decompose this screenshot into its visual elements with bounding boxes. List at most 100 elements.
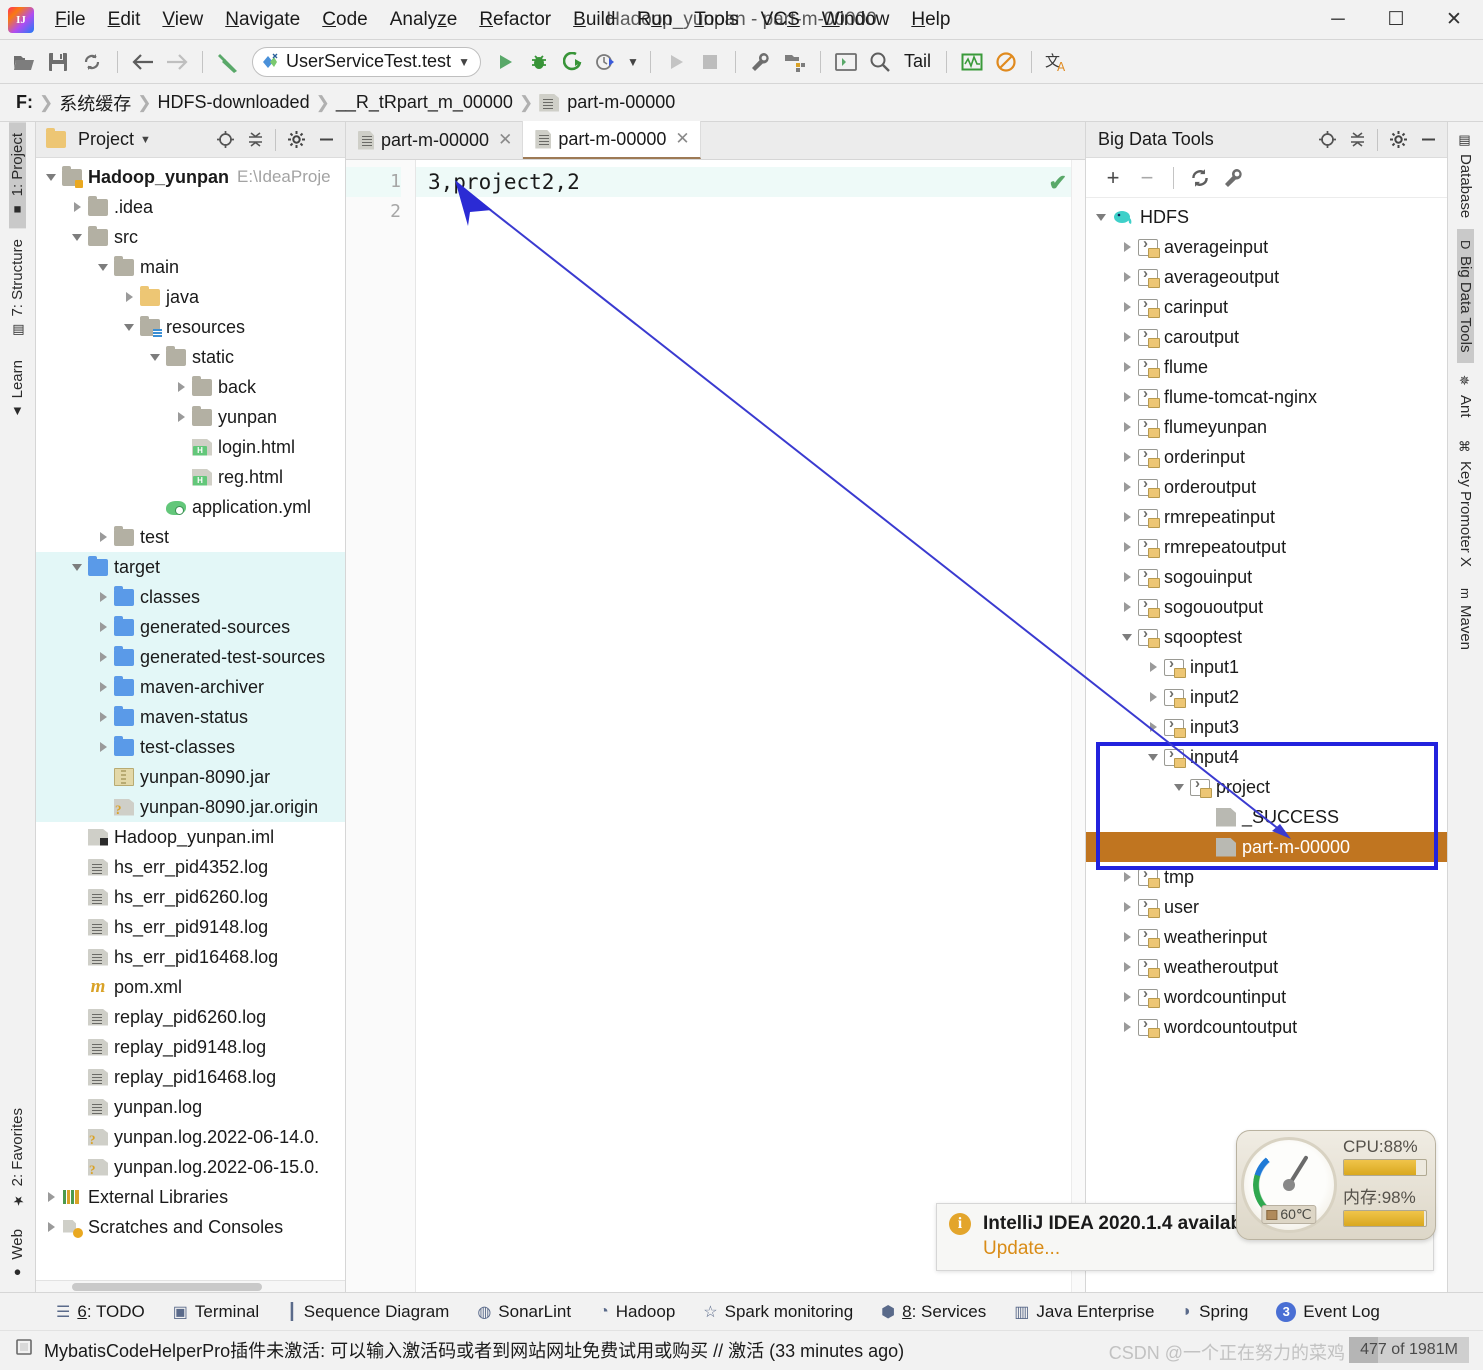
chevron-closed-icon[interactable]: [1120, 599, 1136, 615]
terminal-icon[interactable]: [830, 46, 862, 78]
chevron-closed-icon[interactable]: [174, 409, 190, 425]
minimize-icon[interactable]: [313, 127, 339, 153]
breadcrumb-item-0[interactable]: F:: [16, 92, 33, 113]
tool-tab-7-structure[interactable]: ▤ 7: Structure: [9, 228, 26, 349]
profiler-dropdown-icon[interactable]: ▼: [625, 46, 641, 78]
locate-target-icon[interactable]: [1314, 127, 1340, 153]
tree-node[interactable]: yunpan-8090.jar.origin: [36, 792, 345, 822]
tree-node[interactable]: Hadoop_yunpan.iml: [36, 822, 345, 852]
run-icon[interactable]: [489, 46, 521, 78]
bottom-tool-sequence-diagram[interactable]: ┃ Sequence Diagram: [275, 1298, 461, 1326]
bottom-tool-6-todo[interactable]: ☰ 6: TODO: [44, 1298, 157, 1326]
locate-target-icon[interactable]: [212, 127, 238, 153]
chevron-closed-icon[interactable]: [174, 379, 190, 395]
chevron-closed-icon[interactable]: [1120, 899, 1136, 915]
close-icon[interactable]: ✕: [675, 129, 689, 149]
chevron-closed-icon[interactable]: [1120, 299, 1136, 315]
hdfs-node[interactable]: weatherinput: [1086, 922, 1447, 952]
search-everywhere-icon[interactable]: [864, 46, 896, 78]
remove-connection-button[interactable]: −: [1132, 163, 1162, 193]
block-icon[interactable]: [990, 46, 1022, 78]
tool-tab-big-data-tools[interactable]: D Big Data Tools: [1457, 229, 1474, 364]
chevron-closed-icon[interactable]: [96, 679, 112, 695]
hdfs-node[interactable]: tmp: [1086, 862, 1447, 892]
hdfs-node[interactable]: input1: [1086, 652, 1447, 682]
hdfs-node[interactable]: carinput: [1086, 292, 1447, 322]
hdfs-node[interactable]: averageoutput: [1086, 262, 1447, 292]
tree-node[interactable]: src: [36, 222, 345, 252]
minimize-button[interactable]: ─: [1309, 0, 1367, 40]
chevron-open-icon[interactable]: [148, 349, 164, 365]
tool-tab-1-project[interactable]: ■ 1: Project: [9, 122, 26, 229]
gear-icon[interactable]: [1385, 127, 1411, 153]
hdfs-node[interactable]: wordcountoutput: [1086, 1012, 1447, 1042]
debug-icon[interactable]: [523, 46, 555, 78]
tree-node[interactable]: maven-archiver: [36, 672, 345, 702]
tree-node[interactable]: replay_pid6260.log: [36, 1002, 345, 1032]
tree-node[interactable]: yunpan-8090.jar: [36, 762, 345, 792]
hdfs-node[interactable]: project: [1086, 772, 1447, 802]
performance-monitor-widget[interactable]: 60℃ CPU:88% 内存:98%: [1236, 1130, 1436, 1240]
save-icon[interactable]: [42, 46, 74, 78]
tree-node[interactable]: java: [36, 282, 345, 312]
tree-node[interactable]: replay_pid16468.log: [36, 1062, 345, 1092]
chevron-open-icon[interactable]: [70, 559, 86, 575]
tool-tab-key-promoter-x[interactable]: ⌘ Key Promoter X: [1457, 429, 1474, 578]
code-line[interactable]: 3,project2,2: [416, 167, 1071, 197]
chevron-open-icon[interactable]: [44, 169, 60, 185]
tree-node[interactable]: yunpan: [36, 402, 345, 432]
open-folder-icon[interactable]: [8, 46, 40, 78]
hdfs-node[interactable]: rmrepeatinput: [1086, 502, 1447, 532]
tree-node[interactable]: generated-test-sources: [36, 642, 345, 672]
scrollbar-thumb[interactable]: [72, 1283, 262, 1291]
menu-navigate[interactable]: Navigate: [214, 5, 311, 35]
hdfs-node[interactable]: orderinput: [1086, 442, 1447, 472]
tree-node[interactable]: application.yml: [36, 492, 345, 522]
run-configuration-selector[interactable]: UserServiceTest.test ▼: [252, 46, 481, 77]
add-connection-button[interactable]: +: [1098, 163, 1128, 193]
hdfs-node[interactable]: HDFS: [1086, 202, 1447, 232]
hdfs-node[interactable]: flumeyunpan: [1086, 412, 1447, 442]
sync-icon[interactable]: [76, 46, 108, 78]
menu-analyze[interactable]: Analyze: [379, 5, 469, 35]
hdfs-node[interactable]: flume-tomcat-nginx: [1086, 382, 1447, 412]
menu-vcs[interactable]: VCS: [750, 5, 811, 35]
memory-indicator[interactable]: 477 of 1981M: [1349, 1337, 1469, 1363]
back-arrow-icon[interactable]: [127, 46, 159, 78]
hdfs-node[interactable]: orderoutput: [1086, 472, 1447, 502]
chevron-closed-icon[interactable]: [1146, 659, 1162, 675]
minimize-icon[interactable]: [1415, 127, 1441, 153]
menu-build[interactable]: Build: [562, 5, 626, 35]
chevron-closed-icon[interactable]: [44, 1189, 60, 1205]
tree-node[interactable]: Hadoop_yunpan E:\IdeaProje: [36, 162, 345, 192]
breadcrumb-item-4[interactable]: part-m-00000: [567, 92, 675, 113]
tree-node[interactable]: maven-status: [36, 702, 345, 732]
breadcrumb-item-3[interactable]: __R_tRpart_m_00000: [336, 92, 513, 113]
error-stripe-marker-bar[interactable]: [1071, 160, 1085, 1292]
editor-tab-1[interactable]: part-m-00000 ✕: [523, 121, 701, 159]
tree-node[interactable]: static: [36, 342, 345, 372]
menu-help[interactable]: Help: [900, 5, 961, 35]
tool-tab-maven[interactable]: m Maven: [1457, 577, 1474, 661]
hdfs-node[interactable]: averageinput: [1086, 232, 1447, 262]
tree-node[interactable]: back: [36, 372, 345, 402]
hdfs-node[interactable]: input3: [1086, 712, 1447, 742]
editor-tab-0[interactable]: part-m-00000 ✕: [346, 121, 524, 159]
menu-tools[interactable]: Tools: [683, 5, 749, 35]
maximize-button[interactable]: ☐: [1367, 0, 1425, 40]
tree-node[interactable]: hs_err_pid16468.log: [36, 942, 345, 972]
bottom-tool-event-log[interactable]: 3 Event Log: [1264, 1298, 1392, 1326]
menu-code[interactable]: Code: [311, 5, 378, 35]
chevron-closed-icon[interactable]: [1120, 959, 1136, 975]
gear-icon[interactable]: [283, 127, 309, 153]
chevron-closed-icon[interactable]: [44, 1219, 60, 1235]
hdfs-node[interactable]: user: [1086, 892, 1447, 922]
chevron-open-icon[interactable]: [1172, 779, 1188, 795]
chevron-closed-icon[interactable]: [1120, 269, 1136, 285]
project-tree[interactable]: Hadoop_yunpan E:\IdeaProje .idea src main jav…: [36, 158, 345, 1280]
collapse-all-icon[interactable]: [242, 127, 268, 153]
tree-node[interactable]: generated-sources: [36, 612, 345, 642]
tree-node[interactable]: test-classes: [36, 732, 345, 762]
tree-node[interactable]: hs_err_pid9148.log: [36, 912, 345, 942]
translate-icon[interactable]: 文A: [1041, 46, 1073, 78]
